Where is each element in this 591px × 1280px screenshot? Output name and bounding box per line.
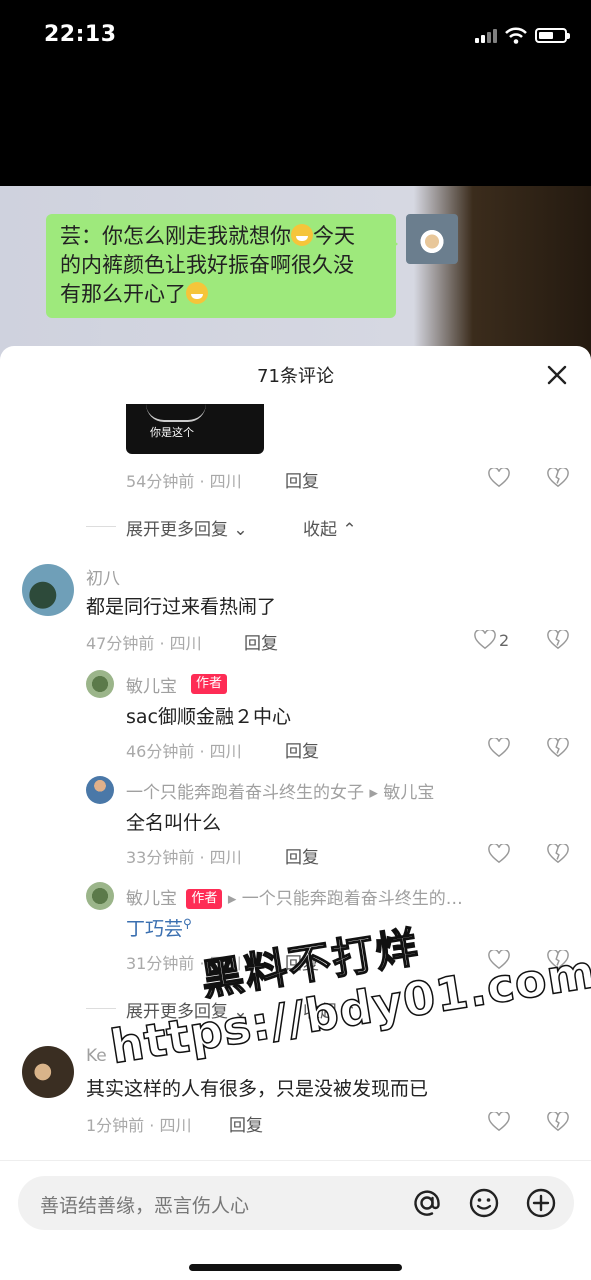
heart-icon[interactable] (488, 1112, 510, 1132)
broken-heart-icon[interactable] (547, 844, 569, 864)
expand-divider (86, 526, 116, 527)
status-bar: 22:13 (0, 0, 591, 70)
chat-bubble: 芸：你怎么刚走我就想你 今天 的内裤颜色让我好振奋啊很久没 有那么开心了 (46, 214, 398, 318)
reply-image[interactable]: 你是这个 (126, 404, 264, 454)
reply-arrow-icon: ▸ (227, 889, 237, 909)
at-mention-icon[interactable] (410, 1186, 444, 1220)
heart-icon[interactable] (474, 630, 496, 650)
input-divider (0, 1160, 591, 1161)
reply-target-name[interactable]: 敏儿宝 (383, 783, 434, 803)
like-count: 2 (499, 631, 510, 650)
emoji-icon[interactable] (467, 1186, 501, 1220)
heart-icon[interactable] (488, 738, 510, 758)
comment-text: 全名叫什么 (126, 812, 222, 834)
add-icon[interactable] (524, 1186, 558, 1220)
bubble-line1-after: 今天 (313, 224, 355, 248)
signal-icon (475, 27, 497, 43)
reply-button[interactable]: 回复 (244, 629, 278, 654)
status-icons (475, 24, 570, 46)
necklace-shape (146, 404, 206, 422)
comment-input-placeholder: 善语结善缘，恶言伤人心 (40, 1195, 250, 1217)
comment-text: 其实这样的人有很多，只是没被发现而已 (86, 1078, 429, 1100)
commenter-name[interactable]: 一个只能奔跑着奋斗终生的女子 ▸ 敏儿宝 (126, 778, 434, 803)
comment-text: sac御顺金融２中心 (126, 706, 291, 728)
reply-button[interactable]: 回复 (285, 737, 319, 762)
avatar[interactable] (22, 564, 74, 616)
reply-button[interactable]: 回复 (285, 467, 319, 492)
comments-sheet: 71条评论 你是这个 54分钟前 · 四川 回复 展开更多回复 ⌄ 收起 ⌃ 初… (0, 346, 591, 1280)
broken-heart-icon[interactable] (547, 1112, 569, 1132)
comment-time: 47分钟前 · 四川 (86, 634, 202, 653)
close-icon[interactable] (544, 362, 570, 388)
battery-level (539, 31, 554, 39)
broken-heart-icon[interactable] (547, 468, 569, 488)
avatar[interactable] (22, 1046, 74, 1098)
comment-time: 33分钟前 · 四川 (126, 848, 242, 867)
status-time: 22:13 (44, 22, 117, 47)
author-badge: 作者 (191, 674, 228, 694)
bubble-line2: 的内裤颜色让我好振奋啊很久没 (60, 253, 354, 277)
search-icon: ⚲ (183, 916, 192, 931)
heart-icon[interactable] (488, 468, 510, 488)
expand-divider (86, 1008, 116, 1009)
reply-button[interactable]: 回复 (229, 1111, 263, 1136)
chat-avatar (406, 214, 458, 264)
comment-text[interactable]: 丁巧芸⚲ (126, 914, 192, 941)
battery-icon (535, 27, 570, 43)
reply-image-caption: 你是这个 (150, 426, 194, 439)
chevron-down-icon: ⌄ (228, 520, 248, 540)
chevron-up-icon: ⌃ (337, 520, 357, 540)
expand-more-replies[interactable]: 展开更多回复 ⌄ (126, 515, 248, 540)
reply-arrow-icon: ▸ (369, 783, 378, 803)
collapse-replies[interactable]: 收起 ⌃ (303, 515, 357, 540)
commenter-name[interactable]: Ke (86, 1046, 107, 1066)
grin-emoji-icon (186, 282, 208, 304)
home-indicator (189, 1264, 402, 1271)
video-frame[interactable]: 芸：你怎么刚走我就想你 今天 的内裤颜色让我好振奋啊很久没 有那么开心了 (0, 186, 591, 366)
commenter-name[interactable]: 敏儿宝 作者 ▸ 一个只能奔跑着奋斗终生的… (126, 884, 506, 911)
bubble-line3: 有那么开心了 (60, 282, 186, 306)
comment-time: 1分钟前 · 四川 (86, 1116, 192, 1135)
laughing-crying-emoji-icon (291, 224, 313, 246)
avatar[interactable] (86, 776, 114, 804)
avatar[interactable] (86, 670, 114, 698)
broken-heart-icon[interactable] (547, 630, 569, 650)
comment-time: 46分钟前 · 四川 (126, 742, 242, 761)
reply-button[interactable]: 回复 (285, 843, 319, 868)
comment-text: 都是同行过来看热闹了 (86, 596, 277, 618)
wifi-icon (505, 27, 527, 44)
comments-count-title: 71条评论 (257, 366, 334, 387)
reply-target-name[interactable]: 一个只能奔跑着奋斗终生的… (242, 889, 463, 909)
comment-input[interactable]: 善语结善缘，恶言伤人心 (18, 1176, 574, 1230)
heart-icon[interactable] (488, 844, 510, 864)
commenter-name[interactable]: 敏儿宝 (126, 672, 177, 697)
avatar[interactable] (86, 882, 114, 910)
broken-heart-icon[interactable] (547, 738, 569, 758)
commenter-name[interactable]: 初八 (86, 564, 120, 589)
author-badge: 作者 (186, 889, 223, 909)
comment-time: 54分钟前 · 四川 (126, 472, 242, 491)
bubble-line1: 芸：你怎么刚走我就想你 (60, 224, 291, 248)
